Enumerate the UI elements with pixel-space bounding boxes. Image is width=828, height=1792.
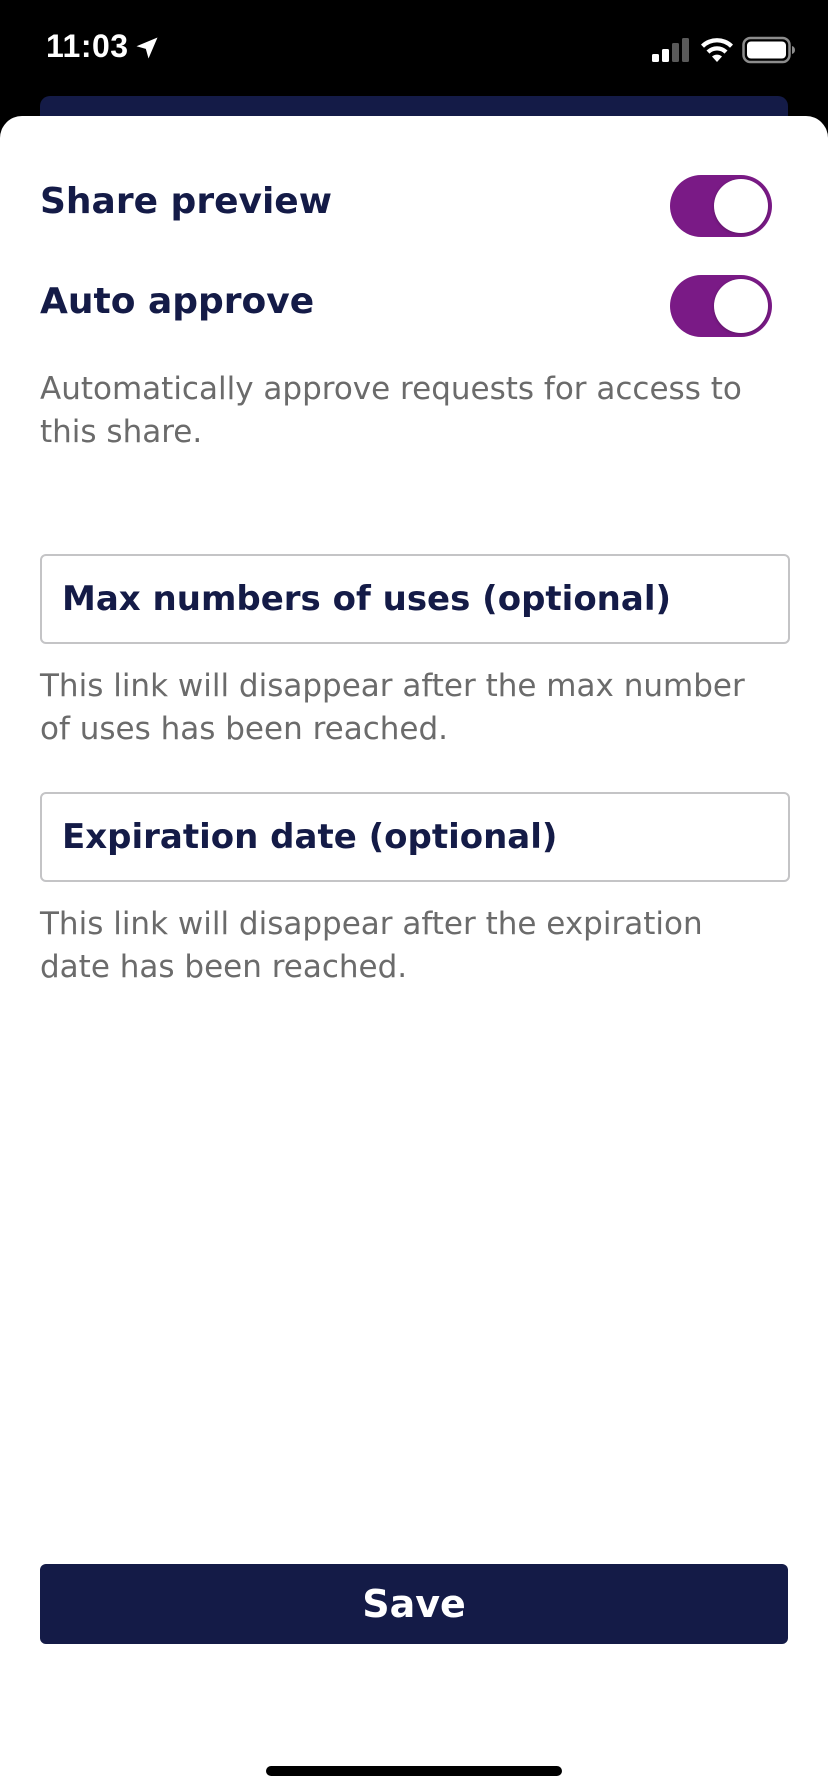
save-button[interactable]: Save: [40, 1564, 788, 1644]
location-arrow-icon: [136, 37, 158, 59]
expiration-date-helper: This link will disappear after the expir…: [40, 906, 703, 985]
share-preview-toggle[interactable]: [670, 175, 772, 237]
auto-approve-toggle[interactable]: [670, 275, 772, 337]
max-uses-input[interactable]: [42, 556, 788, 642]
settings-sheet: Share preview Auto approve Automatically…: [0, 116, 828, 1792]
expiration-date-input[interactable]: [42, 794, 788, 880]
auto-approve-row: Auto approve: [40, 275, 772, 337]
share-preview-toggle-knob: [714, 179, 768, 233]
share-preview-label: Share preview: [40, 181, 332, 222]
max-uses-helper: This link will disappear after the max n…: [40, 668, 745, 747]
status-time: 11:03: [46, 28, 129, 64]
auto-approve-label: Auto approve: [40, 281, 315, 322]
home-indicator[interactable]: [266, 1766, 562, 1776]
auto-approve-description: Automatically approve requests for acces…: [40, 371, 742, 450]
auto-approve-toggle-knob: [714, 279, 768, 333]
battery-icon: [742, 36, 795, 64]
cellular-signal-icon: [652, 38, 689, 62]
expiration-date-field[interactable]: [40, 792, 790, 882]
max-uses-field[interactable]: [40, 554, 790, 644]
status-bar: 11:03: [0, 0, 828, 100]
share-preview-row: Share preview: [40, 175, 772, 237]
wifi-icon: [701, 38, 733, 62]
share-settings-screen: 11:03 Share preview Auto approve Automat…: [0, 0, 828, 1792]
